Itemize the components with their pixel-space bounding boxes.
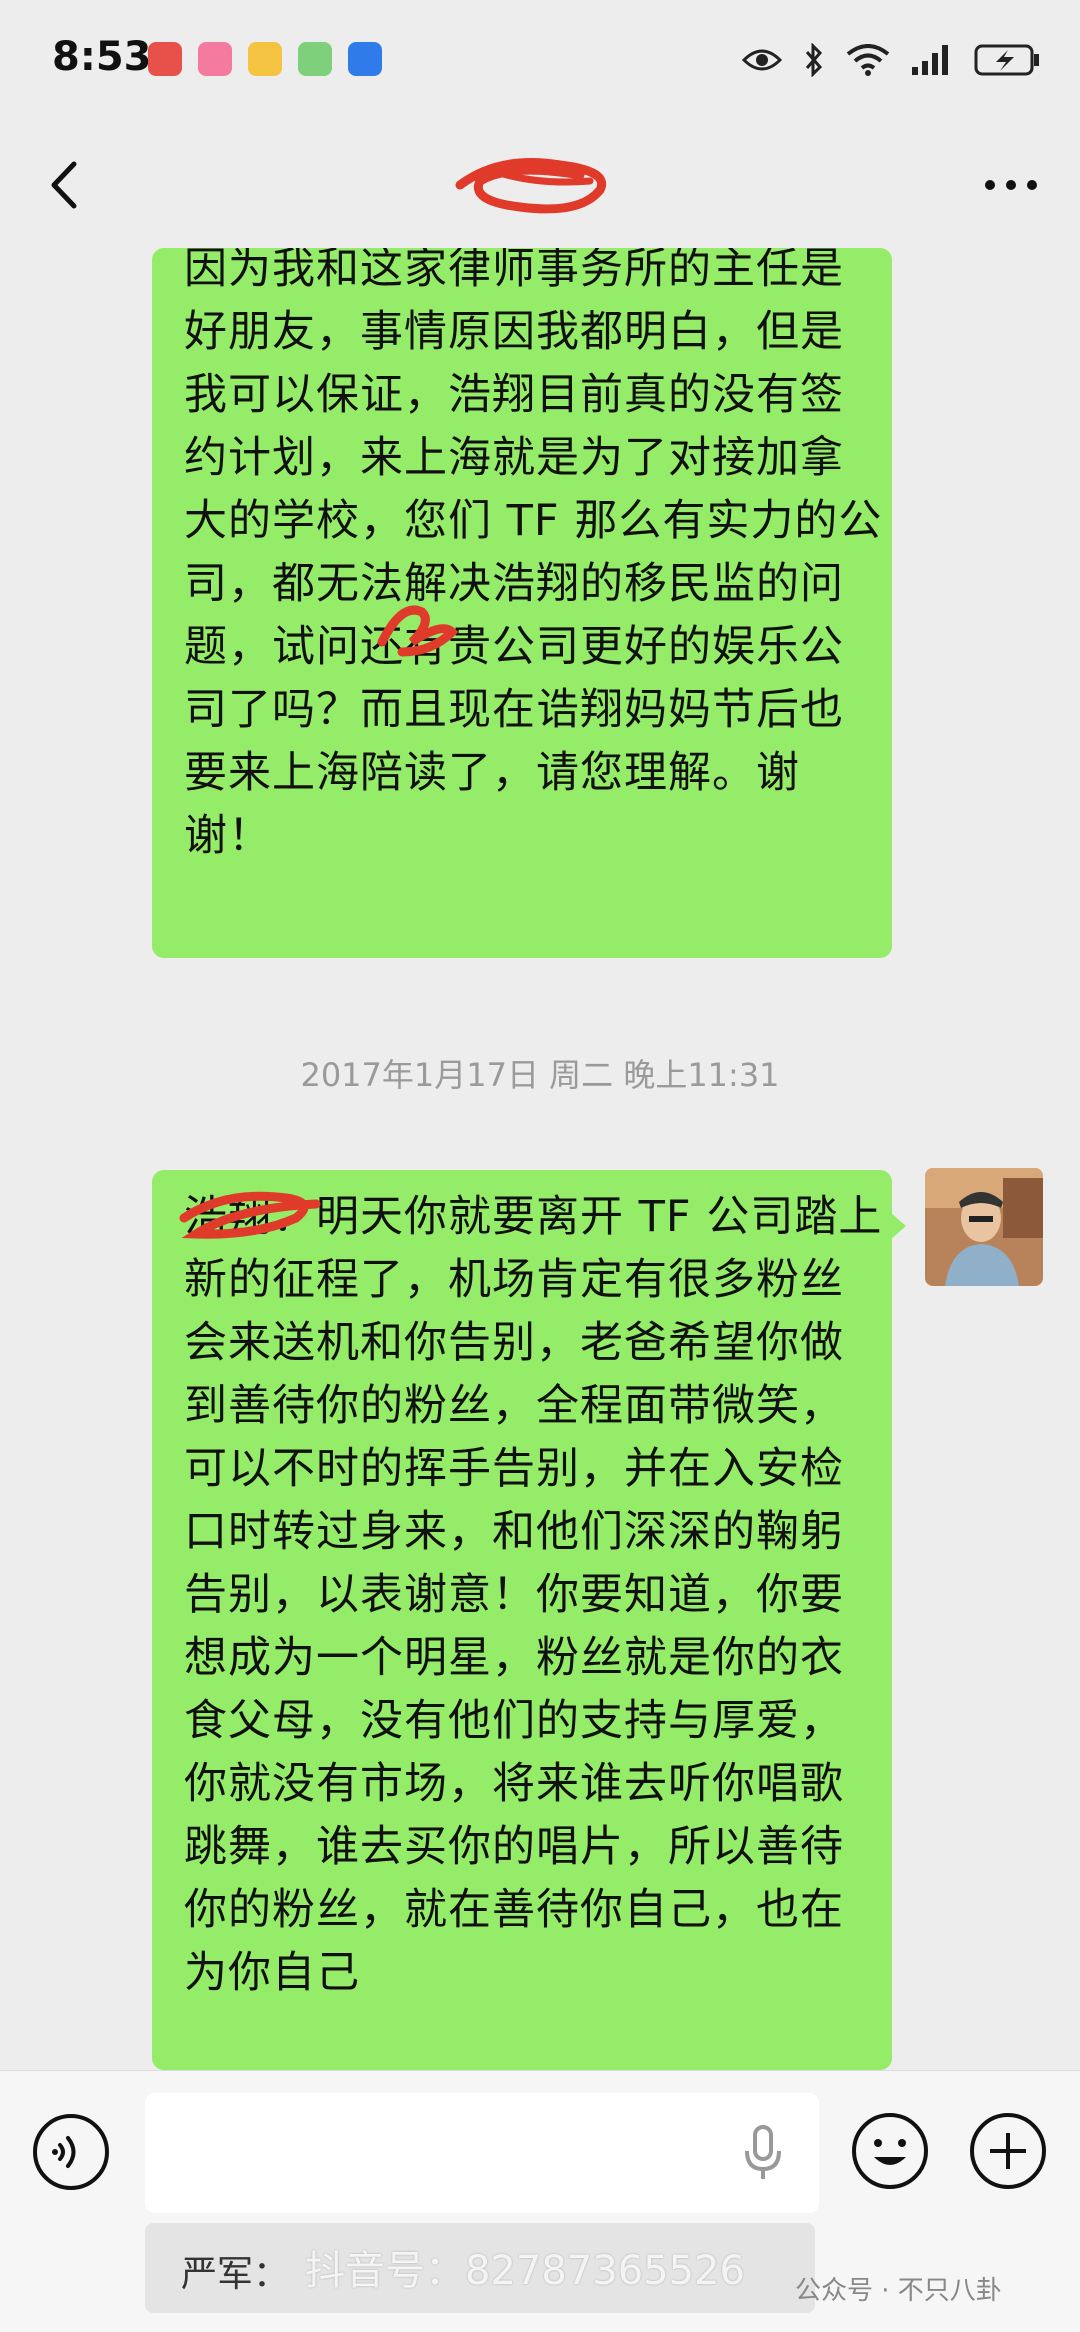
status-time: 8:53 — [52, 34, 152, 80]
wifi-icon — [846, 44, 890, 76]
app-notification-icon — [198, 42, 232, 76]
message-bubble-received[interactable]: 浩翔：明天你就要离开 TF 公司踏上新的征程了，机场肯定有很多粉丝会来送机和你告… — [152, 1170, 892, 2070]
message-text: 因为我和这家律师事务所的主任是好朋友，事情原因我都明白，但是我可以保证，浩翔目前… — [184, 248, 883, 861]
douyin-watermark: 抖音号：82787365526 — [305, 2248, 745, 2294]
app-notification-icon — [298, 42, 332, 76]
douyin-logo-icon — [300, 2238, 301, 2239]
emoji-button[interactable] — [848, 2109, 932, 2193]
status-bar: 8:53 — [0, 0, 1080, 120]
app-notification-icon — [148, 42, 182, 76]
signal-icon — [912, 45, 948, 75]
battery-icon — [974, 44, 1039, 76]
bubble-tail — [890, 1212, 906, 1240]
message-input[interactable] — [145, 2093, 819, 2213]
contact-avatar[interactable] — [925, 1168, 1043, 1286]
back-icon[interactable] — [40, 150, 90, 220]
message-timestamp: 2017年1月17日 周二 晚上11:31 — [300, 1056, 780, 1094]
system-icons — [742, 40, 1040, 80]
app-notification-icon — [348, 42, 382, 76]
weibo-icon — [248, 42, 282, 76]
message-bubble-sent[interactable]: 因为我和这家律师事务所的主任是好朋友，事情原因我都明白，但是我可以保证，浩翔目前… — [152, 248, 892, 958]
nav-bar — [0, 120, 1080, 250]
microphone-icon[interactable] — [738, 2123, 788, 2183]
quote-text: 严军： — [181, 2254, 290, 2295]
contact-name-redacted — [440, 145, 640, 225]
source-watermark: 公众号 · 不只八卦 — [795, 2276, 1002, 2306]
bluetooth-icon — [805, 43, 823, 77]
more-actions-button[interactable] — [966, 2109, 1050, 2193]
more-options-icon[interactable] — [976, 160, 1046, 210]
eye-icon — [742, 49, 782, 71]
voice-toggle-button[interactable] — [30, 2111, 112, 2193]
message-text: 浩翔：明天你就要离开 TF 公司踏上新的征程了，机场肯定有很多粉丝会来送机和你告… — [184, 1192, 883, 1998]
